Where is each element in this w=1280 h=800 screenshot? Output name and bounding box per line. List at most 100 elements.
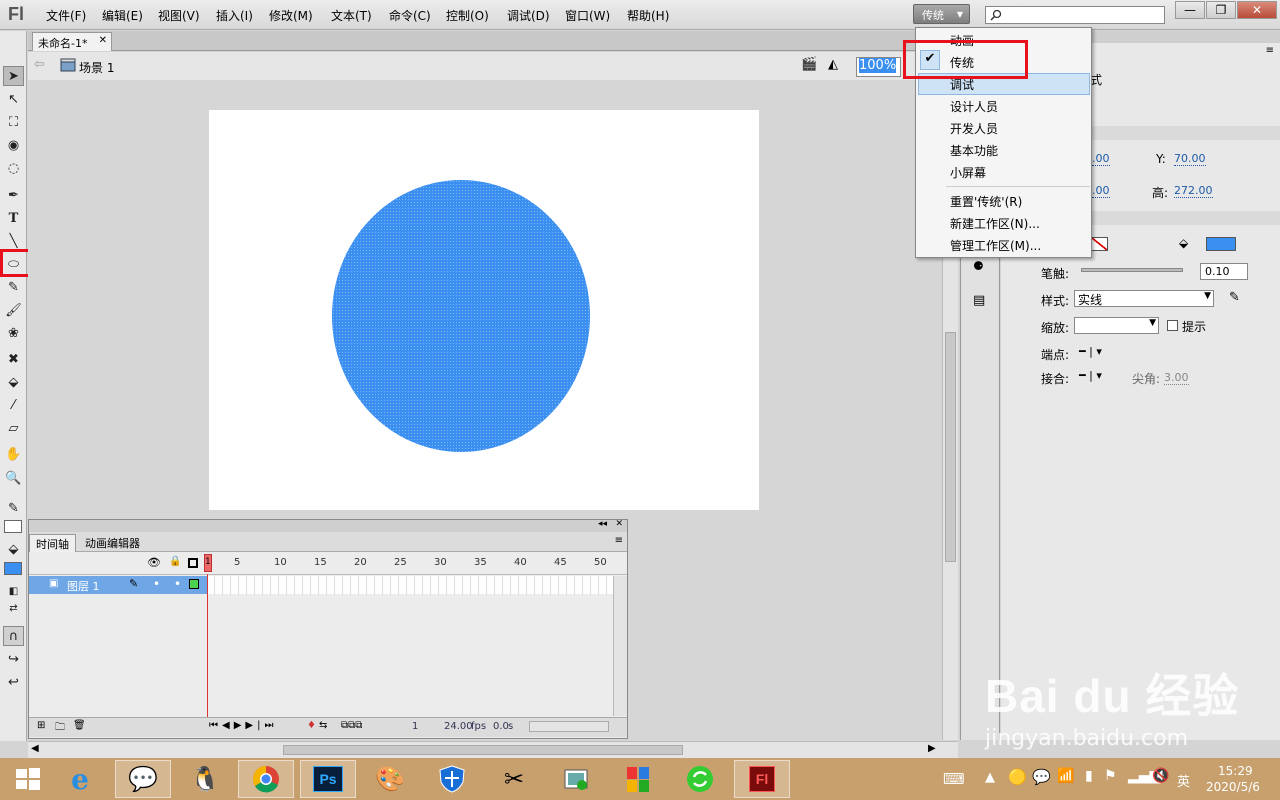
fill-color-swatch[interactable]	[4, 562, 22, 575]
frame-rate[interactable]: 24.00	[444, 721, 473, 732]
new-folder-icon[interactable]: 🗀	[55, 720, 65, 737]
panel-menu-icon[interactable]: ≡	[1266, 45, 1274, 56]
layer-row[interactable]: ▣ 图层 1 ✎ • •	[29, 576, 207, 594]
hint-checkbox[interactable]	[1167, 320, 1178, 331]
outline-color-box[interactable]	[189, 579, 199, 589]
zoom-tool-icon[interactable]: 🔍	[3, 468, 24, 488]
security-shield-icon[interactable]	[424, 760, 480, 798]
clock-time[interactable]: 15:29	[1218, 764, 1253, 778]
start-windows-icon[interactable]	[0, 760, 56, 798]
edit-symbols-icon[interactable]: ◭	[828, 57, 838, 72]
input-language[interactable]: 英	[1177, 771, 1190, 790]
width-value[interactable]: .00	[1092, 184, 1110, 198]
stroke-style-select[interactable]: 实线 ▼	[1074, 290, 1214, 307]
stroke-color-swatch[interactable]	[4, 520, 22, 533]
volume-muted-icon[interactable]: 🔇	[1152, 768, 1169, 784]
store-icon[interactable]	[610, 760, 666, 798]
delete-icon[interactable]: 🗑	[73, 720, 86, 731]
x-value[interactable]: .00	[1092, 152, 1110, 166]
hand-tool-icon[interactable]: ✋	[3, 444, 24, 464]
menu-file[interactable]: 文件(F)	[46, 7, 86, 24]
menu-edit[interactable]: 编辑(E)	[102, 7, 143, 24]
wechat-icon[interactable]: 💬	[115, 760, 171, 798]
timeline-title-bar[interactable]: ◂◂ ✕	[29, 519, 627, 532]
vertical-scroll-thumb[interactable]	[945, 332, 956, 562]
center-frame-icon[interactable]: ♦	[307, 720, 316, 731]
subselection-tool-icon[interactable]: ↖	[3, 89, 24, 109]
pen-tool-icon[interactable]: ✒	[3, 185, 24, 205]
text-tool-icon[interactable]: T	[3, 208, 24, 228]
tool-icon[interactable]: ⚈	[973, 259, 984, 273]
stage[interactable]	[209, 110, 759, 510]
menu-modify[interactable]: 修改(M)	[269, 7, 313, 24]
deco-tool-icon[interactable]: ❀	[3, 323, 24, 343]
menu-control[interactable]: 控制(O)	[446, 7, 489, 24]
free-transform-tool-icon[interactable]: ⛶	[3, 112, 24, 132]
height-value[interactable]: 272.00	[1174, 184, 1213, 198]
swap-colors-icon[interactable]: ⇄	[3, 598, 24, 618]
chrome-icon[interactable]	[238, 760, 294, 798]
frame-strip[interactable]	[207, 576, 613, 594]
workspace-option-debug[interactable]: 调试	[950, 76, 974, 96]
maximize-button[interactable]: ❐	[1206, 1, 1236, 19]
menu-window[interactable]: 窗口(W)	[565, 7, 610, 24]
layer-name[interactable]: 图层 1	[67, 578, 100, 594]
straighten-icon[interactable]: ↩	[3, 672, 24, 692]
media-icon[interactable]	[548, 760, 604, 798]
expand-tray-icon[interactable]: ▲	[985, 770, 995, 785]
tray-wechat-icon[interactable]: 💬	[1032, 768, 1051, 786]
line-tool-icon[interactable]: ╲	[3, 231, 24, 251]
qq-icon[interactable]: 🐧	[177, 760, 233, 798]
stroke-width-slider[interactable]	[1081, 268, 1183, 272]
close-panel-icon[interactable]: ✕	[615, 519, 623, 529]
smooth-icon[interactable]: ↪	[3, 649, 24, 669]
library-icon[interactable]: ▤	[973, 293, 985, 308]
tab-motion-editor[interactable]: 动画编辑器	[79, 534, 146, 552]
close-icon[interactable]: ✕	[99, 35, 107, 46]
lock-icon[interactable]: 🔒	[169, 556, 181, 567]
eyedropper-tool-icon[interactable]: ⁄	[3, 395, 24, 415]
join-select[interactable]: ━ | ▾	[1079, 369, 1102, 382]
workspace-option-essentials[interactable]: 基本功能	[950, 142, 998, 162]
brush-tool-icon[interactable]: 🖌	[3, 300, 24, 320]
manage-workspaces-item[interactable]: 管理工作区(M)...	[950, 237, 1041, 257]
pencil-tool-icon[interactable]: ✎	[3, 277, 24, 297]
horizontal-scroll-thumb[interactable]	[283, 745, 683, 755]
clock-date[interactable]: 2020/5/6	[1206, 780, 1260, 794]
bone-tool-icon[interactable]: ✖	[3, 349, 24, 369]
snap-magnet-icon[interactable]: ∩	[3, 626, 24, 646]
menu-insert[interactable]: 插入(I)	[216, 7, 253, 24]
battery-icon[interactable]: ▮	[1085, 768, 1093, 784]
cap-select[interactable]: ━ | ▾	[1079, 345, 1102, 358]
workspace-option-small-screen[interactable]: 小屏幕	[950, 164, 986, 184]
3d-rotation-tool-icon[interactable]: ◉	[3, 135, 24, 155]
horizontal-scrollbar[interactable]: ◀ ▶	[28, 741, 958, 758]
tab-timeline[interactable]: 时间轴	[29, 534, 76, 552]
help-search-input[interactable]	[985, 6, 1165, 24]
close-button[interactable]: ✕	[1237, 1, 1277, 19]
scene-breadcrumb[interactable]: 场景 1	[79, 59, 114, 76]
network-icon[interactable]: ⚑	[1104, 768, 1117, 784]
document-tab[interactable]: 未命名-1* ✕	[32, 32, 112, 51]
tray-wifi-icon[interactable]: 📶	[1057, 768, 1074, 784]
lock-dot[interactable]: •	[174, 577, 181, 591]
menu-debug[interactable]: 调试(D)	[507, 7, 550, 24]
selection-tool-icon[interactable]: ➤	[3, 66, 24, 86]
paint-bucket-tool-icon[interactable]: ⬙	[3, 372, 24, 392]
playback-controls[interactable]: ⏮◀▶▶|⏭	[209, 720, 277, 731]
menu-text[interactable]: 文本(T)	[331, 7, 372, 24]
edit-scene-icon[interactable]: 🎬	[801, 57, 817, 72]
reset-workspace-item[interactable]: 重置'传统'(R)	[950, 193, 1022, 213]
panel-menu-icon[interactable]: ≡	[615, 535, 623, 546]
new-workspace-item[interactable]: 新建工作区(N)...	[950, 215, 1040, 235]
keyboard-icon[interactable]: ⌨	[943, 770, 965, 788]
eraser-tool-icon[interactable]: ▱	[3, 418, 24, 438]
edit-stroke-style-icon[interactable]: ✎	[1229, 290, 1240, 305]
menu-help[interactable]: 帮助(H)	[627, 7, 669, 24]
menu-view[interactable]: 视图(V)	[158, 7, 200, 24]
zoom-input[interactable]: 100%	[856, 57, 901, 77]
workspace-switcher-button[interactable]: 传统 ▼	[913, 4, 970, 24]
photoshop-icon[interactable]: Ps	[300, 760, 356, 798]
fill-color-swatch[interactable]	[1206, 237, 1236, 251]
stroke-color-none[interactable]	[1091, 237, 1108, 251]
